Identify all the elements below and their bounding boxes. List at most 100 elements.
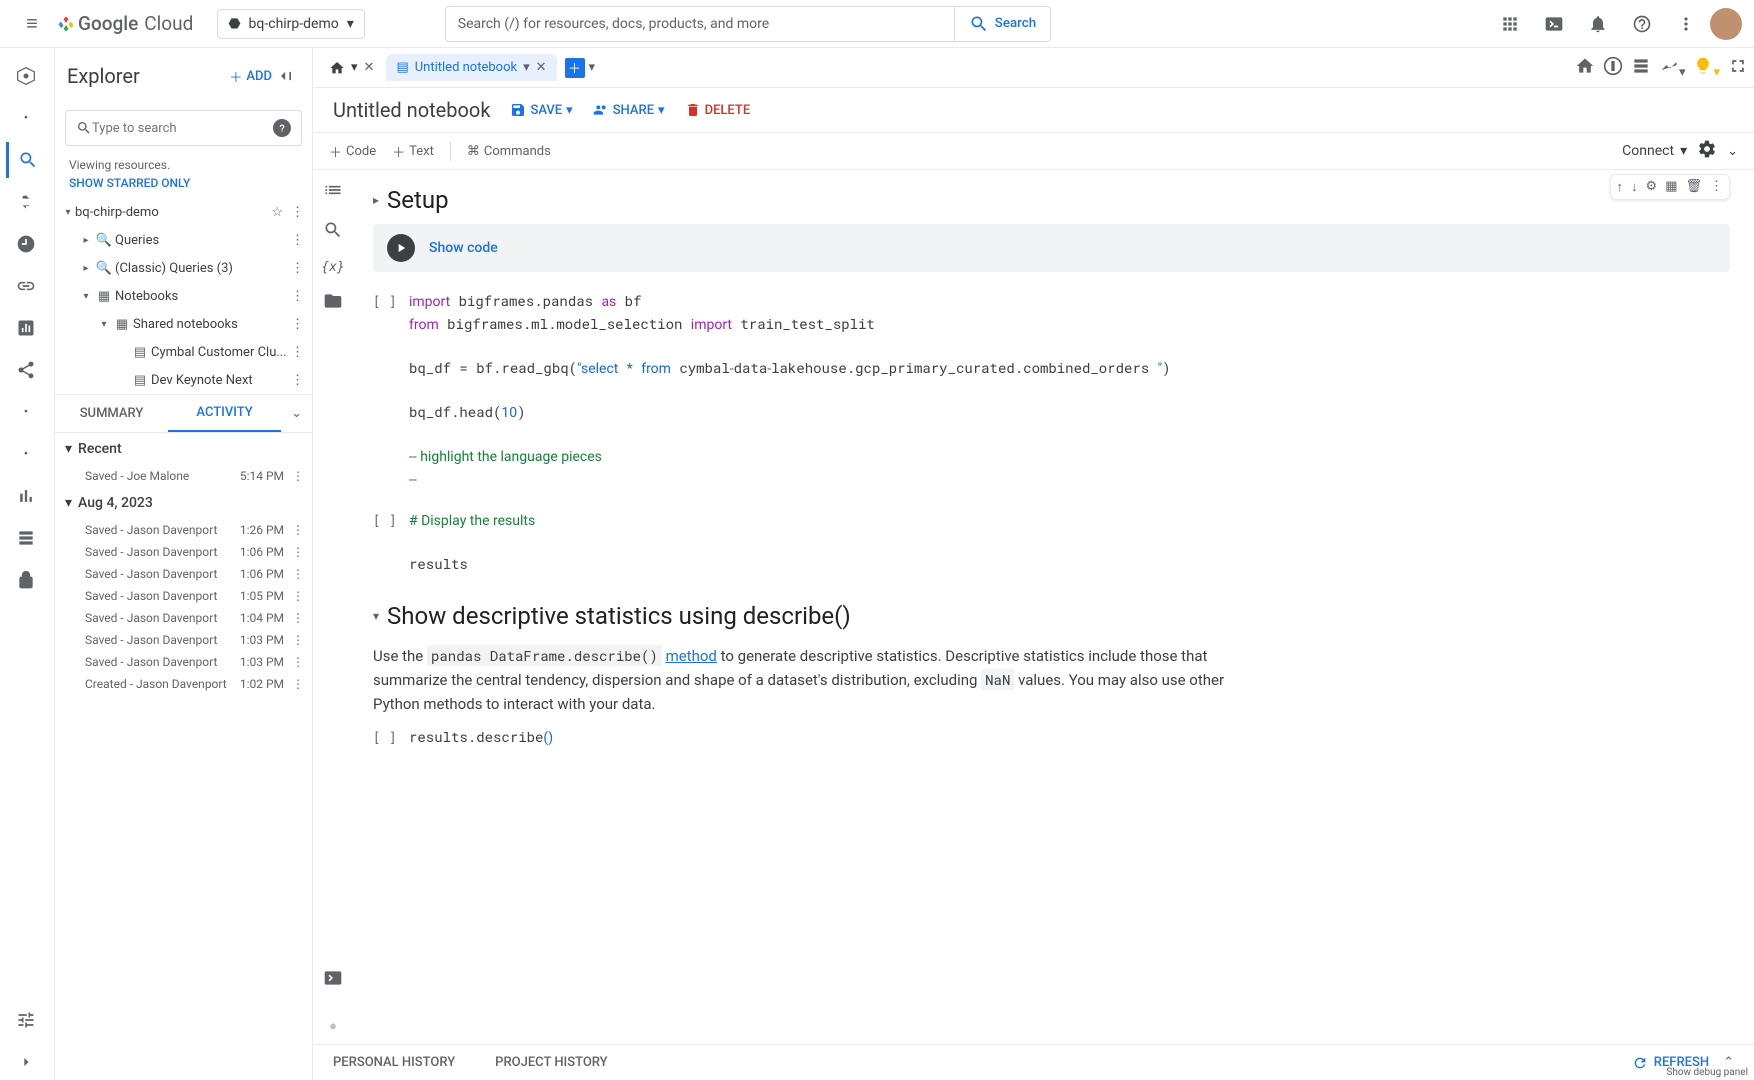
variables-icon[interactable]: {x} bbox=[321, 260, 344, 275]
code-cell-describe[interactable]: [ ] results.describe() bbox=[373, 726, 1730, 749]
commands-button[interactable]: ⌘ Commands bbox=[467, 144, 551, 159]
more-vert-icon[interactable]: ⋮ bbox=[287, 233, 308, 248]
chevron-down-icon[interactable]: ▾ bbox=[79, 291, 93, 302]
rail-capacity[interactable] bbox=[6, 520, 46, 556]
connect-button[interactable]: Connect ▾ bbox=[1622, 143, 1687, 159]
add-text-button[interactable]: ＋ Text bbox=[392, 142, 434, 161]
more-vert-icon[interactable]: ⋮ bbox=[287, 261, 308, 276]
tree-dev-keynote-notebook[interactable]: ▤ Dev Keynote Next ⋮ bbox=[55, 366, 312, 394]
tab-home-icon[interactable] bbox=[1575, 56, 1595, 80]
tree-classic-queries[interactable]: ▸ 🔍 (Classic) Queries (3) ⋮ bbox=[55, 254, 312, 282]
tree-project[interactable]: ▾ bq-chirp-demo ☆ ⋮ bbox=[55, 198, 312, 226]
tab-lightbulb-icon[interactable]: ▾ bbox=[1693, 56, 1720, 80]
google-cloud-logo[interactable]: Google Cloud bbox=[56, 12, 193, 35]
activity-row[interactable]: Saved - Jason Davenport1:06 PM⋮ bbox=[55, 563, 312, 585]
more-vert-icon[interactable]: ⋮ bbox=[288, 545, 308, 559]
tab-fullscreen-icon[interactable] bbox=[1728, 56, 1748, 80]
share-button[interactable]: SHARE ▾ bbox=[593, 102, 665, 118]
more-vert-icon[interactable]: ⋮ bbox=[287, 373, 308, 388]
more-vert-icon[interactable]: ⋮ bbox=[288, 655, 308, 669]
project-history-tab[interactable]: PROJECT HISTORY bbox=[495, 1055, 607, 1070]
find-icon[interactable] bbox=[323, 220, 343, 244]
run-cell-button[interactable] bbox=[387, 234, 415, 262]
tree-shared-notebooks[interactable]: ▾ ▦ Shared notebooks ⋮ bbox=[55, 310, 312, 338]
search-input[interactable]: Search (/) for resources, docs, products… bbox=[445, 6, 955, 42]
files-icon[interactable] bbox=[323, 291, 343, 315]
main-menu-button[interactable]: ≡ bbox=[12, 4, 52, 44]
close-icon[interactable]: ✕ bbox=[364, 60, 375, 75]
collapse-panel-button[interactable] bbox=[272, 62, 300, 90]
describe-heading[interactable]: ▾ Show descriptive statistics using desc… bbox=[373, 602, 1730, 630]
chevron-down-icon[interactable]: ▾ bbox=[97, 319, 111, 330]
activity-row[interactable]: Saved - Jason Davenport1:06 PM⋮ bbox=[55, 541, 312, 563]
rail-expand[interactable] bbox=[6, 1044, 46, 1080]
search-button[interactable]: Search bbox=[955, 6, 1051, 42]
more-button[interactable] bbox=[1666, 4, 1706, 44]
collapsed-code-cell[interactable]: Show code bbox=[373, 224, 1730, 272]
rail-dot[interactable]: • bbox=[6, 100, 46, 136]
tab-format-icon[interactable]: ▾ bbox=[1659, 56, 1686, 80]
more-vert-icon[interactable]: ⋮ bbox=[288, 633, 308, 647]
chevron-right-icon[interactable]: ▸ bbox=[79, 263, 93, 274]
delete-button[interactable]: DELETE bbox=[685, 102, 751, 118]
more-vert-icon[interactable]: ⋮ bbox=[287, 345, 308, 360]
star-icon[interactable]: ☆ bbox=[267, 205, 287, 220]
more-vert-icon[interactable]: ⋮ bbox=[288, 611, 308, 625]
close-icon[interactable]: ✕ bbox=[536, 60, 547, 75]
code-cell-results[interactable]: [ ] # Display the results results bbox=[373, 509, 1730, 574]
rail-transfers[interactable] bbox=[6, 184, 46, 220]
cell-settings-icon[interactable]: ⚙ bbox=[1646, 179, 1658, 195]
code-cell-imports[interactable]: [ ] import bigframes.pandas as bf from b… bbox=[373, 290, 1730, 491]
setup-heading[interactable]: ▸ Setup bbox=[363, 180, 1740, 224]
tree-queries[interactable]: ▸ 🔍 Queries ⋮ bbox=[55, 226, 312, 254]
tab-info-icon[interactable] bbox=[1603, 56, 1623, 80]
activity-row[interactable]: Saved - Jason Davenport1:03 PM⋮ bbox=[55, 651, 312, 673]
rail-security[interactable] bbox=[6, 562, 46, 598]
activity-date-header[interactable]: ▾ Aug 4, 2023 bbox=[55, 487, 312, 519]
rail-search[interactable] bbox=[6, 142, 46, 178]
chevron-down-icon[interactable]: ▾ bbox=[373, 609, 379, 623]
code-content[interactable]: # Display the results results bbox=[409, 509, 1730, 574]
activity-row[interactable]: Saved - Jason Davenport1:04 PM⋮ bbox=[55, 607, 312, 629]
rail-analytics[interactable] bbox=[6, 310, 46, 346]
save-button[interactable]: SAVE ▾ bbox=[510, 102, 572, 118]
explorer-search-input[interactable] bbox=[92, 121, 273, 136]
more-vert-icon[interactable]: ⋮ bbox=[287, 317, 308, 332]
rail-schedule[interactable] bbox=[6, 226, 46, 262]
more-vert-icon[interactable]: ⋮ bbox=[287, 289, 308, 304]
activity-row[interactable]: Saved - Joe Malone5:14 PM⋮ bbox=[55, 465, 312, 487]
more-vert-icon[interactable]: ⋮ bbox=[288, 567, 308, 581]
move-down-icon[interactable]: ↓ bbox=[1631, 179, 1638, 195]
activity-tab[interactable]: ACTIVITY bbox=[168, 395, 281, 432]
activity-recent-header[interactable]: ▾ Recent bbox=[55, 433, 312, 465]
rail-dot3[interactable]: • bbox=[6, 436, 46, 472]
notifications-button[interactable] bbox=[1578, 4, 1618, 44]
project-selector[interactable]: ⬣ bq-chirp-demo ▾ bbox=[217, 9, 364, 39]
toc-icon[interactable] bbox=[323, 180, 343, 204]
cell-more-icon[interactable]: ⋮ bbox=[1710, 179, 1723, 195]
chevron-right-icon[interactable]: ▸ bbox=[373, 193, 379, 207]
chevron-right-icon[interactable]: ▸ bbox=[79, 235, 93, 246]
rail-dot2[interactable]: • bbox=[6, 394, 46, 430]
tree-notebooks[interactable]: ▾ ▦ Notebooks ⋮ bbox=[55, 282, 312, 310]
rail-monitoring[interactable] bbox=[6, 478, 46, 514]
help-button[interactable] bbox=[1622, 4, 1662, 44]
more-vert-icon[interactable]: ⋮ bbox=[288, 589, 308, 603]
runtime-settings-button[interactable] bbox=[1697, 139, 1717, 163]
personal-history-tab[interactable]: PERSONAL HISTORY bbox=[333, 1055, 455, 1070]
show-starred-link[interactable]: SHOW STARRED ONLY bbox=[55, 174, 312, 198]
rail-link[interactable] bbox=[6, 268, 46, 304]
tree-cymbal-notebook[interactable]: ▤ Cymbal Customer Clu... ⋮ bbox=[55, 338, 312, 366]
move-up-icon[interactable]: ↑ bbox=[1617, 179, 1624, 195]
summary-tab[interactable]: SUMMARY bbox=[55, 396, 168, 431]
debug-panel-link[interactable]: Show debug panel bbox=[1666, 1067, 1748, 1078]
expand-toolbar-button[interactable]: ⌄ bbox=[1727, 144, 1738, 159]
bigquery-icon[interactable] bbox=[6, 58, 46, 94]
more-vert-icon[interactable]: ⋮ bbox=[287, 205, 308, 220]
delete-cell-icon[interactable]: 🗑 bbox=[1685, 179, 1702, 195]
terminal-icon[interactable] bbox=[323, 968, 343, 992]
notebook-title[interactable]: Untitled notebook bbox=[333, 98, 490, 122]
rail-settings[interactable] bbox=[6, 1002, 46, 1038]
dropdown-icon[interactable]: ▾ bbox=[589, 60, 596, 75]
mirror-cell-icon[interactable]: ▦ bbox=[1665, 179, 1677, 195]
